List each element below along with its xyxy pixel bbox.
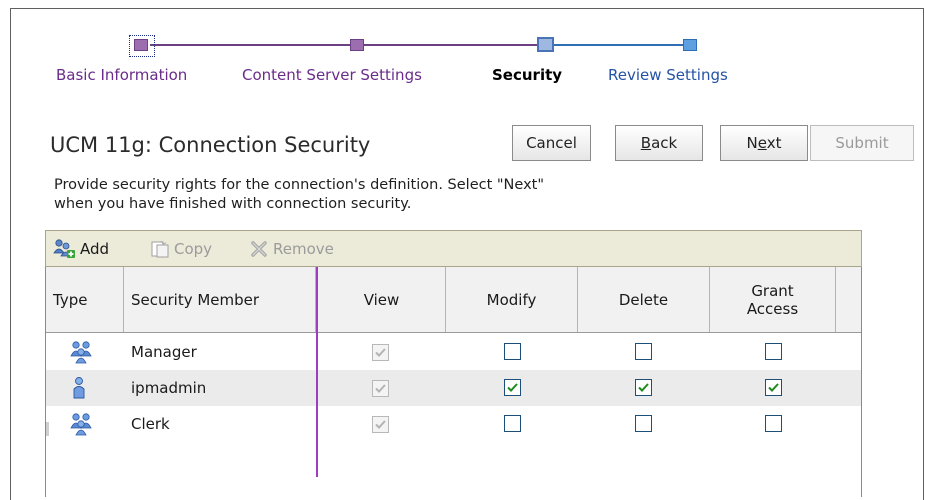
security-table: Type Security Member View Modify Delete … bbox=[45, 267, 862, 497]
header-filler bbox=[836, 267, 861, 332]
header-type[interactable]: Type bbox=[46, 267, 124, 332]
header-grant-access[interactable]: Grant Access bbox=[710, 267, 836, 332]
back-button[interactable]: Back bbox=[615, 125, 703, 161]
copy-button: Copy bbox=[150, 237, 212, 261]
view-checkbox bbox=[372, 380, 389, 397]
type-cell bbox=[69, 334, 93, 370]
train-connector-3 bbox=[553, 44, 684, 46]
row-resize-marker bbox=[46, 422, 49, 436]
header-grant-line-1: Grant bbox=[751, 281, 794, 300]
check-mark-icon bbox=[375, 384, 386, 393]
check-mark-icon bbox=[375, 348, 386, 357]
group-icon bbox=[70, 413, 92, 436]
view-checkbox bbox=[372, 344, 389, 361]
security-member-cell: ipmadmin bbox=[131, 379, 207, 397]
train-stop-security bbox=[537, 37, 554, 52]
header-view-label: View bbox=[363, 290, 400, 309]
next-button[interactable]: Next bbox=[720, 125, 808, 161]
delete-checkbox[interactable] bbox=[635, 379, 652, 396]
copy-label: Copy bbox=[174, 240, 213, 258]
header-modify-label: Modify bbox=[486, 290, 537, 309]
header-grant-line-2: Access bbox=[746, 299, 799, 318]
table-header: Type Security Member View Modify Delete … bbox=[46, 267, 861, 333]
security-member-cell: Clerk bbox=[131, 415, 170, 433]
header-view[interactable]: View bbox=[318, 267, 446, 332]
remove-icon bbox=[251, 241, 267, 257]
table-row[interactable]: Clerk bbox=[46, 406, 861, 442]
header-security-member[interactable]: Security Member bbox=[124, 267, 316, 332]
type-cell bbox=[69, 406, 93, 442]
delete-checkbox[interactable] bbox=[635, 343, 652, 360]
grant-access-checkbox[interactable] bbox=[765, 415, 782, 432]
submit-button-label: Submit bbox=[835, 134, 889, 152]
frozen-column-divider bbox=[316, 267, 318, 477]
cancel-button-label: Cancel bbox=[526, 134, 577, 152]
check-mark-icon bbox=[375, 420, 386, 429]
next-button-label: Next bbox=[746, 134, 782, 152]
security-member-cell: Manager bbox=[131, 343, 197, 361]
submit-button: Submit bbox=[810, 125, 914, 161]
check-mark-icon bbox=[768, 383, 779, 392]
step-label-content-server-settings[interactable]: Content Server Settings bbox=[242, 66, 422, 84]
step-label-security: Security bbox=[492, 66, 563, 84]
train-stop-content-server-settings[interactable] bbox=[350, 39, 364, 51]
view-checkbox bbox=[372, 416, 389, 433]
header-modify[interactable]: Modify bbox=[446, 267, 578, 332]
table-row[interactable]: Manager bbox=[46, 334, 861, 370]
step-label-review-settings[interactable]: Review Settings bbox=[608, 66, 728, 84]
check-mark-icon bbox=[507, 383, 518, 392]
modify-checkbox[interactable] bbox=[504, 415, 521, 432]
add-button[interactable]: Add bbox=[52, 237, 109, 261]
description-line-1: Provide security rights for the connecti… bbox=[54, 177, 545, 193]
copy-icon bbox=[151, 240, 169, 258]
back-button-label: Back bbox=[640, 134, 678, 152]
add-member-icon bbox=[53, 239, 75, 258]
modify-checkbox[interactable] bbox=[504, 379, 521, 396]
train-stop-basic-information[interactable] bbox=[134, 39, 148, 51]
delete-checkbox[interactable] bbox=[635, 415, 652, 432]
header-delete-label: Delete bbox=[618, 290, 669, 309]
add-label: Add bbox=[80, 240, 110, 258]
page-description: Provide security rights for the connecti… bbox=[54, 176, 754, 214]
grant-access-checkbox[interactable] bbox=[765, 343, 782, 360]
page-title: UCM 11g: Connection Security bbox=[50, 133, 371, 157]
header-security-member-label: Security Member bbox=[131, 290, 260, 309]
train-connector-1 bbox=[150, 44, 350, 46]
cancel-button[interactable]: Cancel bbox=[512, 125, 591, 161]
table-toolbar: Add Copy Remove bbox=[45, 230, 862, 267]
header-type-label: Type bbox=[53, 290, 88, 309]
train-stop-review-settings[interactable] bbox=[683, 39, 697, 51]
user-icon bbox=[73, 377, 85, 399]
grant-access-checkbox[interactable] bbox=[765, 379, 782, 396]
check-mark-icon bbox=[638, 383, 649, 392]
table-row[interactable]: ipmadmin bbox=[46, 370, 861, 406]
description-line-2: when you have finished with connection s… bbox=[54, 196, 412, 212]
remove-button: Remove bbox=[249, 237, 334, 261]
type-cell bbox=[71, 370, 87, 406]
remove-label: Remove bbox=[273, 240, 334, 258]
train-connector-2 bbox=[364, 44, 537, 46]
modify-checkbox[interactable] bbox=[504, 343, 521, 360]
step-label-basic-information[interactable]: Basic Information bbox=[56, 66, 187, 84]
group-icon bbox=[70, 341, 92, 364]
header-delete[interactable]: Delete bbox=[578, 267, 710, 332]
